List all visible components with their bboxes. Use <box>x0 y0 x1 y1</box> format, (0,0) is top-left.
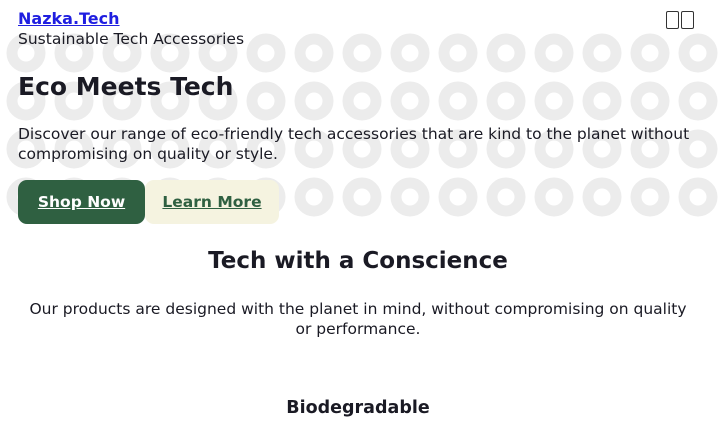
pattern-ring <box>534 81 574 121</box>
pattern-ring <box>342 81 382 121</box>
pattern-ring <box>294 33 334 73</box>
pattern-ring <box>678 81 718 121</box>
pattern-ring <box>390 33 430 73</box>
pattern-ring <box>678 177 718 217</box>
pattern-ring <box>294 81 334 121</box>
hero-title: Eco Meets Tech <box>18 72 234 101</box>
section-description: Our products are designed with the plane… <box>29 300 687 338</box>
pattern-ring <box>342 177 382 217</box>
pattern-ring <box>486 177 526 217</box>
hero-cta-group: Shop Now Learn More <box>18 180 279 224</box>
pattern-ring <box>438 33 478 73</box>
pattern-ring <box>246 81 286 121</box>
menu-toggle-icon <box>666 11 679 29</box>
pattern-ring <box>390 177 430 217</box>
pattern-ring <box>438 81 478 121</box>
pattern-ring <box>582 177 622 217</box>
pattern-ring <box>390 81 430 121</box>
pattern-ring <box>582 81 622 121</box>
pattern-ring <box>630 33 670 73</box>
pattern-ring <box>294 177 334 217</box>
pattern-ring <box>630 177 670 217</box>
pattern-ring <box>630 81 670 121</box>
hero-description: Discover our range of eco-friendly tech … <box>18 125 690 163</box>
learn-more-button[interactable]: Learn More <box>145 180 279 224</box>
pattern-ring <box>438 177 478 217</box>
pattern-ring <box>534 33 574 73</box>
site-header: Nazka.Tech Sustainable Tech Accessories <box>18 9 244 49</box>
section-title: Tech with a Conscience <box>208 248 508 274</box>
brand-logo-link[interactable]: Nazka.Tech <box>18 9 244 29</box>
menu-toggle-icon-panel <box>681 11 694 29</box>
pattern-ring <box>486 33 526 73</box>
feature-title-biodegradable: Biodegradable <box>286 398 430 418</box>
pattern-ring <box>486 81 526 121</box>
brand-tagline: Sustainable Tech Accessories <box>18 30 245 48</box>
pattern-ring <box>678 33 718 73</box>
pattern-ring <box>342 33 382 73</box>
shop-now-button[interactable]: Shop Now <box>18 180 145 224</box>
menu-toggle-button[interactable] <box>666 9 700 31</box>
pattern-ring <box>246 33 286 73</box>
pattern-ring <box>582 33 622 73</box>
pattern-ring <box>534 177 574 217</box>
